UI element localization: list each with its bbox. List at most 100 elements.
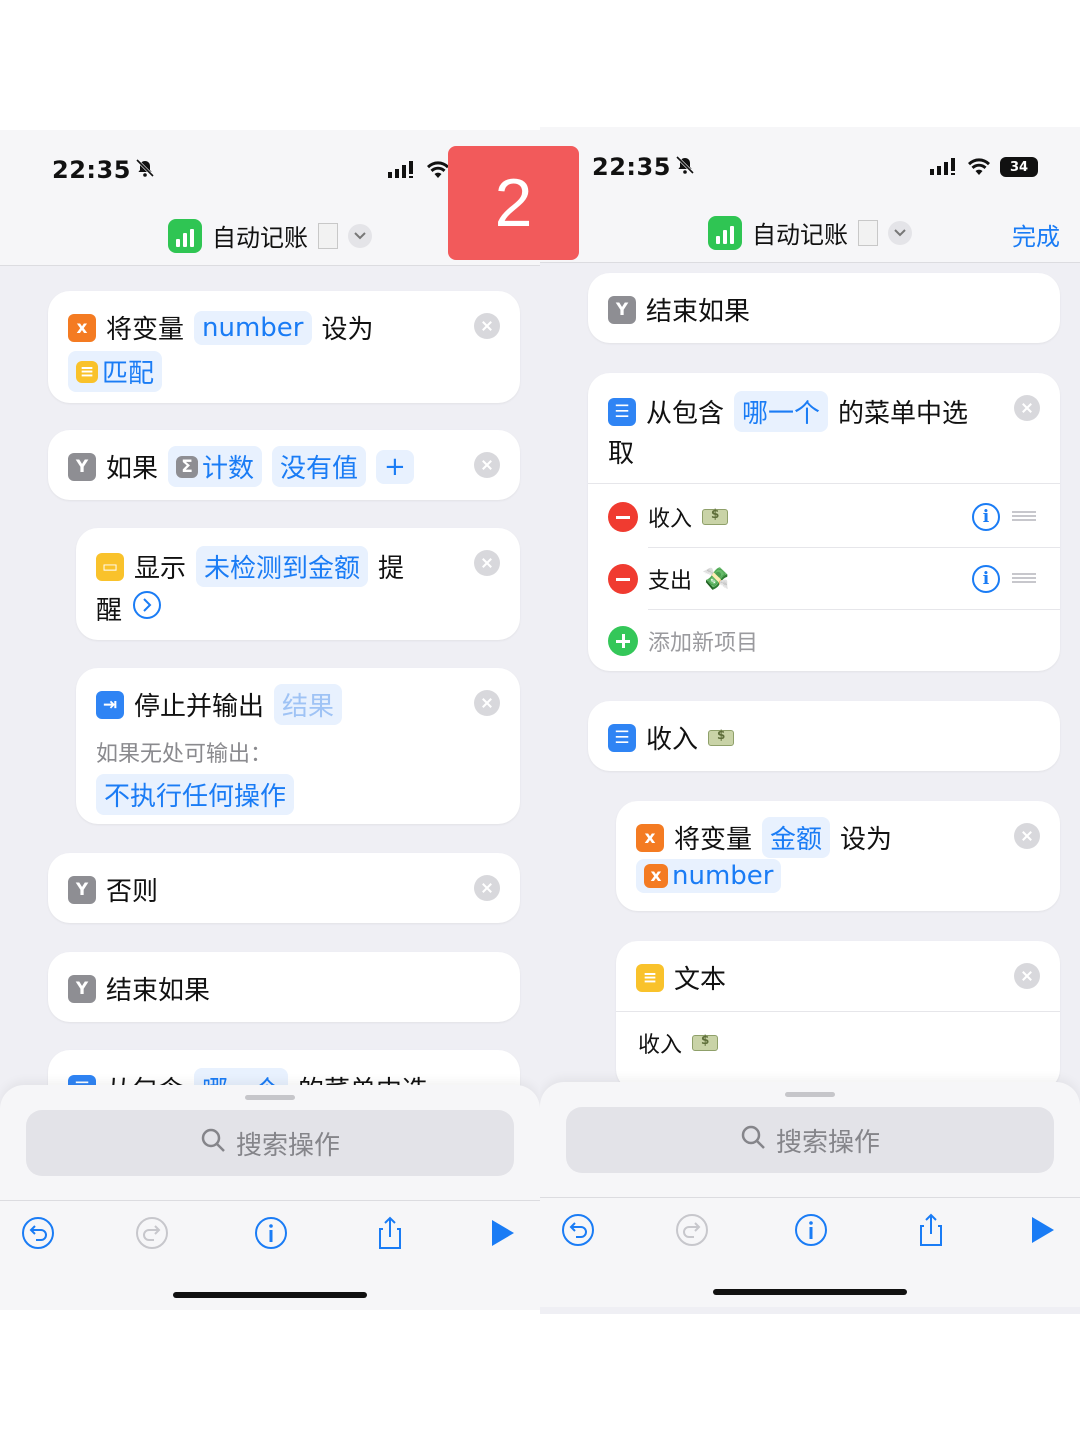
end-if-label: 结束如果 [106, 976, 211, 1006]
match-token[interactable]: ≡ 匹配 [68, 351, 163, 392]
nav-header: 自动记账 完成 [540, 207, 1080, 263]
bell-mute-icon [675, 153, 695, 181]
run-play-icon[interactable] [1024, 1212, 1060, 1248]
text-content[interactable]: 收入 [638, 1027, 719, 1059]
menu-case-income[interactable]: ☰ 收入 [588, 701, 1060, 771]
money-emoji-icon [702, 507, 729, 525]
remove-action-icon[interactable] [474, 875, 500, 901]
home-indicator [173, 1292, 367, 1298]
share-icon[interactable] [913, 1212, 949, 1248]
status-bar: 22:35 34 [540, 127, 1080, 207]
info-icon[interactable] [253, 1215, 289, 1251]
remove-action-icon[interactable] [474, 550, 500, 576]
done-button[interactable]: 完成 [1012, 217, 1060, 252]
editor-toolbar [540, 1197, 1080, 1307]
text-content-value: 收入 [638, 1033, 683, 1058]
remove-action-icon[interactable] [1014, 823, 1040, 849]
text-action-label: 文本 [674, 965, 727, 995]
case-label: 收入 [646, 725, 699, 755]
set-variable-action[interactable]: x 将变量 number 设为 ≡ 匹配 [48, 291, 520, 403]
variable-x-icon: x [68, 313, 96, 342]
chevron-down-icon[interactable] [348, 223, 372, 248]
share-icon[interactable] [372, 1215, 408, 1251]
if-action[interactable]: Y 如果 Σ 计数 没有值 + [48, 430, 520, 500]
search-icon [740, 1124, 766, 1157]
cellular-signal-icon [388, 160, 418, 182]
drag-handle-icon[interactable] [1012, 573, 1036, 583]
menu-item[interactable]: 支出 💸 [608, 563, 729, 595]
action-text: 将变量 [674, 825, 753, 855]
show-alert-action[interactable]: ▭ 显示 未检测到金额 提 醒 [76, 528, 520, 640]
menu-icon: ☰ [608, 397, 636, 426]
action-text: 显示 [134, 554, 187, 584]
wifi-icon [967, 157, 991, 179]
variable-x-icon: x [636, 823, 664, 852]
stop-output-action[interactable]: ⇥ 停止并输出 结果 如果无处可输出： 不执行任何操作 [76, 668, 520, 824]
redo-icon[interactable] [134, 1215, 170, 1251]
count-token[interactable]: Σ 计数 [168, 446, 263, 487]
info-icon[interactable] [793, 1212, 829, 1248]
choose-from-menu-action[interactable]: ☰ 从包含 哪一个 的菜单中选 取 收入 i 支出 💸 i 添加新项目 [588, 373, 1060, 671]
sheet-grabber[interactable] [785, 1092, 835, 1097]
remove-action-icon[interactable] [1014, 963, 1040, 989]
action-text: 停止并输出 [134, 692, 265, 722]
shortcut-title[interactable]: 自动记账 [540, 215, 1080, 250]
end-if-action[interactable]: Y 结束如果 [48, 952, 520, 1022]
delete-item-icon[interactable] [608, 502, 638, 532]
if-label: 如果 [106, 454, 159, 484]
battery-icon: 34 [1000, 157, 1038, 177]
step-number-badge: 2 [448, 146, 579, 260]
search-placeholder: 搜索操作 [775, 1127, 880, 1158]
receipt-emoji-icon [318, 222, 338, 249]
undo-icon[interactable] [20, 1215, 56, 1251]
alert-text-token[interactable]: 未检测到金额 [196, 546, 369, 587]
run-play-icon[interactable] [484, 1215, 520, 1251]
text-action[interactable]: ≡ 文本 收入 [616, 941, 1060, 1091]
menu-item[interactable]: 收入 [608, 501, 729, 533]
branch-y-icon: Y [68, 875, 96, 904]
text-lines-icon: ≡ [636, 963, 664, 992]
action-search-sheet: 搜索操作 [0, 1085, 540, 1200]
variable-token[interactable]: number [194, 310, 312, 345]
menu-item-label[interactable]: 收入 [648, 501, 692, 533]
remove-action-icon[interactable] [474, 313, 500, 339]
remove-action-icon[interactable] [474, 452, 500, 478]
condition-token[interactable]: 没有值 [272, 446, 367, 487]
undo-icon[interactable] [560, 1212, 596, 1248]
home-indicator [713, 1289, 907, 1295]
search-actions-field[interactable]: 搜索操作 [566, 1107, 1054, 1173]
sheet-grabber[interactable] [245, 1095, 295, 1100]
end-if-action[interactable]: Y 结束如果 [588, 273, 1060, 343]
chevron-down-icon[interactable] [888, 220, 912, 245]
action-text: 醒 [96, 596, 123, 626]
remove-action-icon[interactable] [474, 690, 500, 716]
right-screenshot: 22:35 34 自动记账 完成 Y 结束如果 ☰ 从包含 哪一个 的菜单中选 … [540, 127, 1080, 1314]
drag-handle-icon[interactable] [1012, 511, 1036, 521]
search-actions-field[interactable]: 搜索操作 [26, 1110, 514, 1176]
battery-level: 34 [1009, 159, 1029, 175]
add-item-icon[interactable] [608, 626, 638, 656]
action-text: 设为 [840, 825, 893, 855]
add-condition-button[interactable]: + [376, 449, 414, 484]
money-emoji-icon [708, 728, 735, 746]
info-icon[interactable]: i [972, 503, 1000, 531]
redo-icon[interactable] [674, 1212, 710, 1248]
otherwise-action[interactable]: Y 否则 [48, 853, 520, 923]
menu-item-label[interactable]: 支出 [648, 563, 692, 595]
add-menu-item[interactable]: 添加新项目 [608, 625, 758, 657]
shortcut-chart-icon [708, 215, 742, 250]
count-label: 计数 [202, 454, 255, 484]
shortcut-title-text: 自动记账 [752, 221, 848, 249]
info-icon[interactable]: i [972, 565, 1000, 593]
number-variable-token[interactable]: x number [636, 859, 782, 893]
result-token[interactable]: 结果 [274, 684, 343, 725]
delete-item-icon[interactable] [608, 564, 638, 594]
add-item-label[interactable]: 添加新项目 [648, 625, 758, 657]
remove-action-icon[interactable] [1014, 395, 1040, 421]
variable-token[interactable]: 金额 [762, 817, 831, 858]
left-screenshot: 22:35 自动记账 x 将变量 number 设为 ≡ 匹配 Y 如果 Σ 计… [0, 130, 540, 1310]
set-variable-action[interactable]: x 将变量 金额 设为 x number [616, 801, 1060, 911]
fallback-option-token[interactable]: 不执行任何操作 [96, 774, 295, 815]
menu-prompt-token[interactable]: 哪一个 [734, 391, 829, 432]
expand-chevron-icon[interactable] [132, 590, 162, 627]
